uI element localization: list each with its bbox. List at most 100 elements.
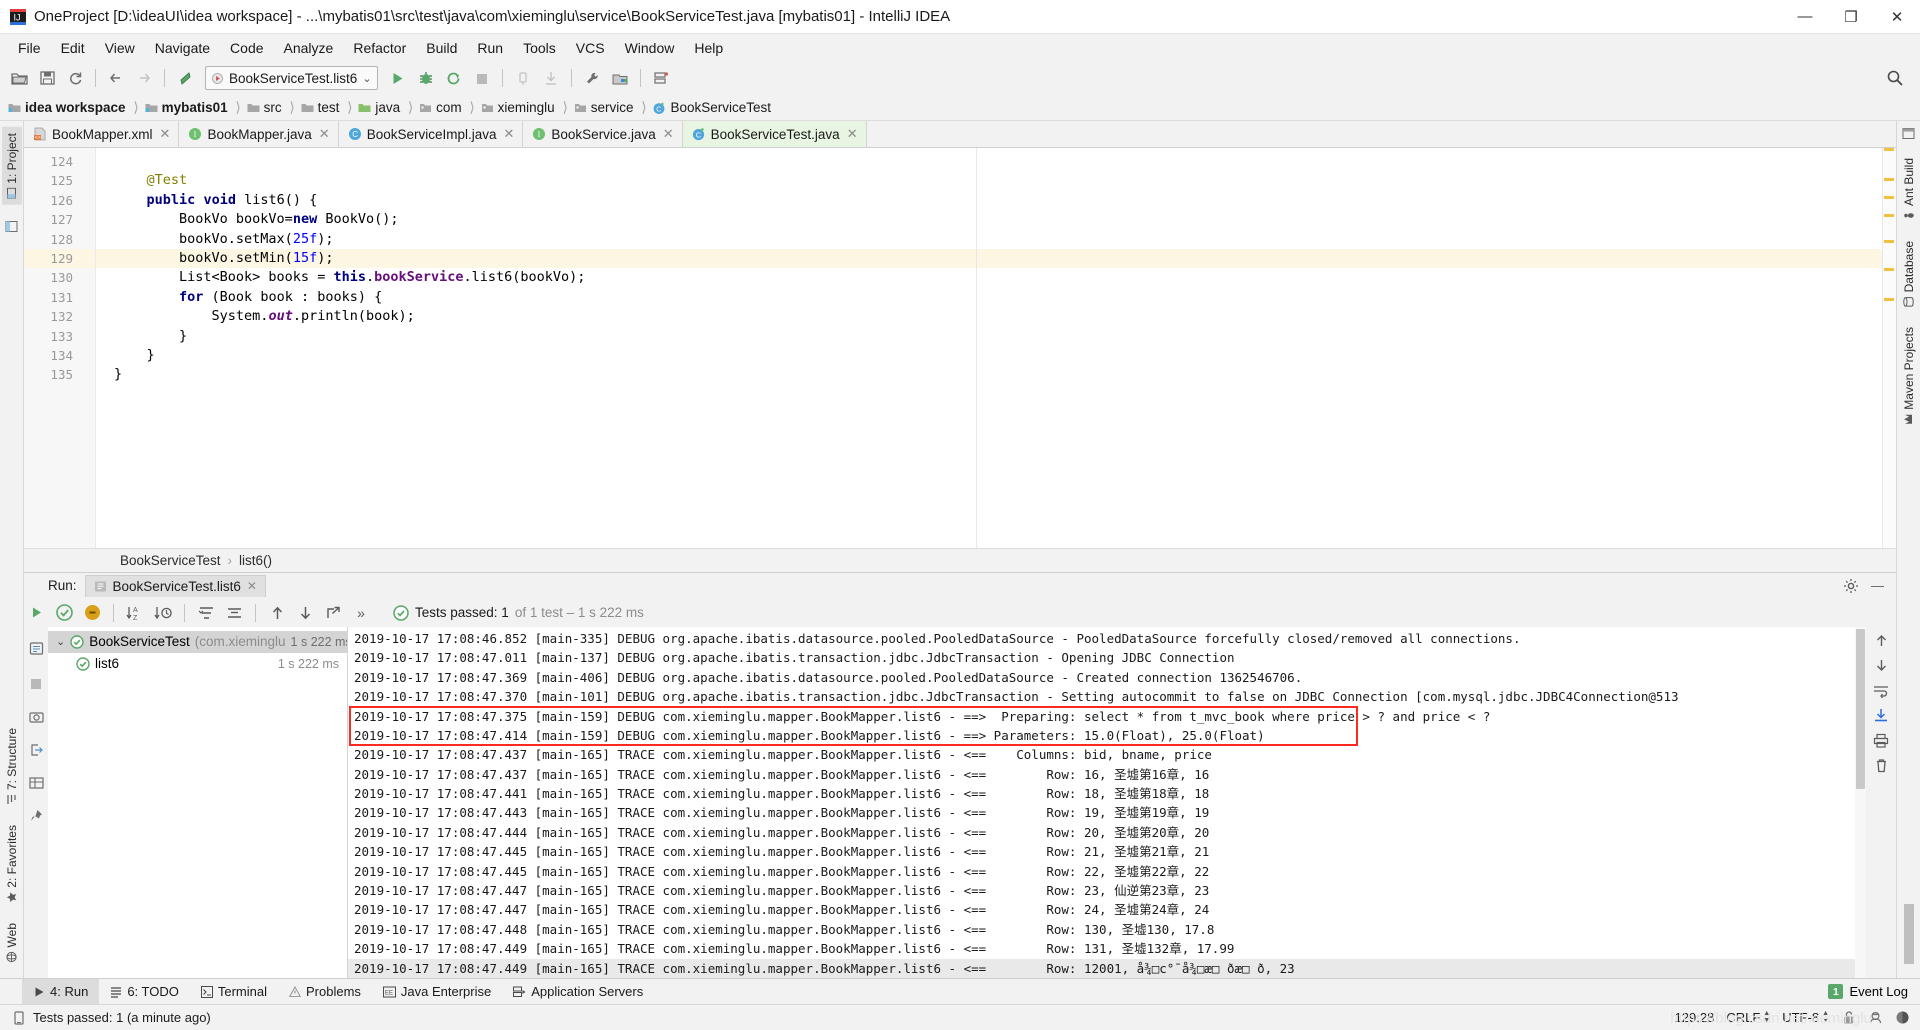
maximize-button[interactable]: ❐ (1828, 0, 1874, 34)
sidebar-item-ant-build[interactable]: Ant Build (1899, 152, 1919, 227)
menu-help[interactable]: Help (684, 37, 733, 59)
menu-file[interactable]: File (8, 37, 51, 59)
editor-tab-bookmapper-xml[interactable]: <> BookMapper.xml ✕ (24, 121, 180, 147)
run-configuration-selector[interactable]: BookServiceTest.list6 ⌄ (205, 66, 378, 90)
editor-breadcrumb-method[interactable]: list6() (239, 553, 272, 568)
minimize-panel-icon[interactable]: — (1871, 578, 1884, 593)
chevron-down-icon[interactable]: ⌄ (56, 635, 65, 648)
console-scrollbar-thumb[interactable] (1856, 628, 1865, 789)
scroll-up-icon[interactable] (1874, 633, 1889, 648)
sidebar-item-favorites[interactable]: 2: Favorites (2, 819, 22, 909)
minimize-button[interactable]: — (1782, 0, 1828, 34)
jump-to-source-icon[interactable] (172, 65, 198, 91)
editor-tab-bookmapper-java[interactable]: I BookMapper.java ✕ (179, 121, 339, 147)
sidebar-item-project[interactable]: 1: Project (1, 127, 22, 205)
test-tree-row-method[interactable]: list6 1 s 222 ms (48, 653, 347, 675)
sync-refresh-icon[interactable] (62, 65, 88, 91)
console-scrollbar[interactable] (1855, 626, 1866, 978)
close-icon[interactable]: ✕ (319, 126, 330, 142)
back-arrow-icon[interactable] (103, 65, 129, 91)
show-ignored-icon[interactable] (80, 602, 104, 624)
editor-breadcrumb-class[interactable]: BookServiceTest (120, 553, 221, 568)
menu-refactor[interactable]: Refactor (343, 37, 416, 59)
bottom-item-run[interactable]: 4: Run (22, 979, 100, 1004)
scroll-to-end-icon[interactable] (1873, 708, 1889, 723)
menu-view[interactable]: View (95, 37, 145, 59)
menu-navigate[interactable]: Navigate (145, 37, 220, 59)
debug-icon[interactable] (413, 65, 439, 91)
bottom-item-todo[interactable]: 6: TODO (99, 979, 190, 1004)
settings-wrench-icon[interactable] (579, 65, 605, 91)
encoding-selector[interactable]: UTF-8 ▲ ▼ (1782, 1010, 1829, 1025)
close-icon[interactable]: ✕ (160, 126, 171, 142)
scroll-down-icon[interactable] (1874, 658, 1889, 673)
close-icon[interactable]: ✕ (847, 126, 858, 142)
menu-build[interactable]: Build (416, 37, 467, 59)
code-text-area[interactable]: @Test public void list6() { BookVo bookV… (96, 148, 1882, 548)
expand-all-icon[interactable] (194, 602, 218, 624)
editor-tab-bookservicetest-java[interactable]: C BookServiceTest.java ✕ (682, 121, 867, 147)
breadcrumb-item-test[interactable]: test (297, 95, 346, 120)
toggle-auto-test-icon[interactable] (29, 641, 44, 656)
menu-vcs[interactable]: VCS (566, 37, 615, 59)
error-stripe-gutter[interactable] (1882, 148, 1896, 548)
breadcrumb-item-bookservicetest[interactable]: C BookServiceTest (648, 95, 777, 120)
sidebar-item-structure[interactable]: 7: Structure (2, 722, 22, 811)
event-log-label[interactable]: Event Log (1849, 984, 1908, 999)
project-files-icon[interactable] (5, 217, 18, 236)
next-failed-icon[interactable] (293, 602, 317, 624)
test-tree[interactable]: ⌄ BookServiceTest (com.xieminglu 1 s 222… (48, 626, 348, 978)
sidebar-item-database[interactable]: Database (1899, 235, 1919, 313)
pin-icon[interactable] (29, 809, 43, 823)
camera-icon[interactable] (28, 710, 44, 724)
sdk-manager-icon[interactable] (648, 65, 674, 91)
gear-icon[interactable] (1843, 578, 1859, 594)
close-icon[interactable]: ✕ (504, 126, 515, 142)
menu-edit[interactable]: Edit (51, 37, 95, 59)
menu-run[interactable]: Run (467, 37, 513, 59)
breadcrumb-item-src[interactable]: src (243, 95, 288, 120)
run-coverage-icon[interactable] (441, 65, 467, 91)
more-actions-icon[interactable]: » (349, 602, 373, 624)
breadcrumb-item-idea-workspace[interactable]: idea workspace (4, 95, 132, 120)
prev-failed-icon[interactable] (265, 602, 289, 624)
collapse-all-icon[interactable] (222, 602, 246, 624)
save-all-icon[interactable] (34, 65, 60, 91)
breadcrumb-item-java[interactable]: java (354, 95, 406, 120)
unlocked-icon[interactable] (1841, 1010, 1856, 1025)
close-button[interactable]: ✕ (1874, 0, 1920, 34)
breadcrumb-item-mybatis01[interactable]: mybatis01 (141, 95, 234, 120)
test-tree-row-class[interactable]: ⌄ BookServiceTest (com.xieminglu 1 s 222… (48, 630, 347, 653)
run-icon[interactable] (385, 65, 411, 91)
test-passed-filter-icon[interactable] (52, 602, 76, 624)
sort-alpha-icon[interactable]: AZ (123, 602, 147, 624)
print-icon[interactable] (1873, 733, 1889, 748)
bottom-item-terminal[interactable]: Terminal (190, 979, 278, 1004)
bottom-item-application-servers[interactable]: Application Servers (502, 979, 654, 1004)
grid-view-icon[interactable] (28, 776, 44, 790)
bottom-item-java-enterprise[interactable]: EE Java Enterprise (372, 979, 502, 1004)
breadcrumb-item-com[interactable]: com (415, 95, 468, 120)
close-icon[interactable]: ✕ (247, 579, 257, 593)
chevron-down-icon[interactable]: ⌄ (362, 72, 371, 85)
export-test-results-icon[interactable] (321, 602, 345, 624)
background-tasks-icon[interactable] (1895, 1010, 1910, 1025)
menu-code[interactable]: Code (220, 37, 273, 59)
caret-position[interactable]: 129:28 (1675, 1010, 1715, 1025)
sidebar-item-web[interactable]: Web (2, 917, 22, 968)
menu-analyze[interactable]: Analyze (274, 37, 344, 59)
close-icon[interactable]: ✕ (663, 126, 674, 142)
code-editor[interactable]: 124 125 126 127 128 129 130 131 132 133 … (24, 148, 1896, 548)
line-separator-selector[interactable]: CRLF ▲ ▼ (1726, 1010, 1770, 1025)
open-folder-icon[interactable] (6, 65, 32, 91)
search-everywhere-icon[interactable] (1882, 65, 1908, 91)
sort-duration-icon[interactable] (151, 602, 175, 624)
menu-window[interactable]: Window (615, 37, 685, 59)
menu-tools[interactable]: Tools (513, 37, 566, 59)
hector-icon[interactable] (1868, 1010, 1883, 1025)
editor-tab-bookservice-java[interactable]: I BookService.java ✕ (523, 121, 683, 147)
rerun-icon[interactable] (29, 605, 44, 620)
bottom-item-problems[interactable]: Problems (278, 979, 372, 1004)
soft-wrap-icon[interactable] (1873, 683, 1889, 698)
hide-all-icon[interactable] (1902, 127, 1915, 140)
